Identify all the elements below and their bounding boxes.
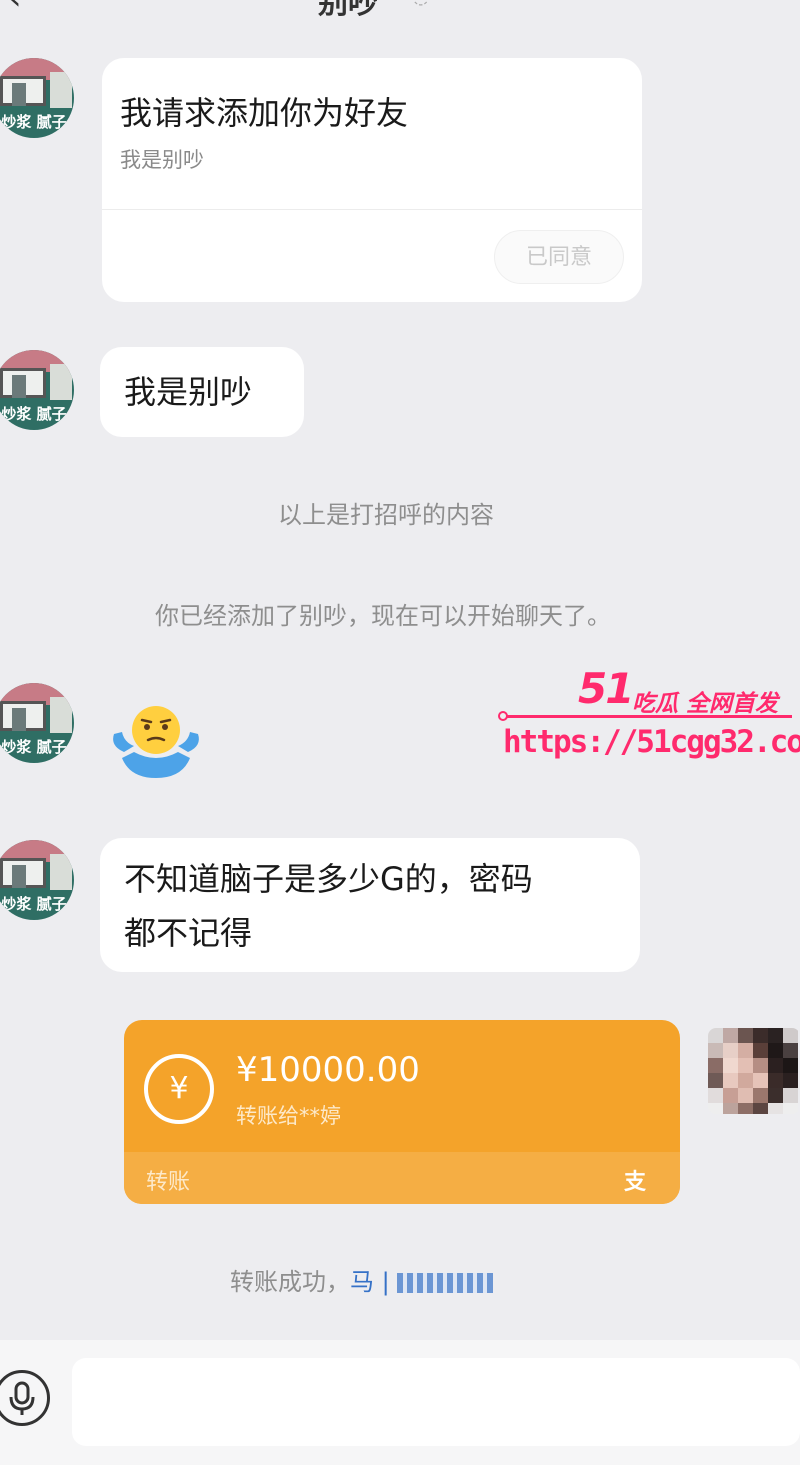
system-note-greeting: 以上是打招呼的内容 <box>278 501 494 529</box>
friend-request-title: 我请求添加你为好友 <box>120 94 409 132</box>
transfer-amount: ¥10000.00 <box>236 1050 420 1090</box>
contact-avatar[interactable]: 炒浆 腻子 <box>0 840 74 920</box>
message-bubble[interactable]: 我是别吵 <box>100 347 304 437</box>
message-text: 我是别吵 <box>124 373 253 411</box>
transfer-coin-icon: ¥ <box>144 1054 214 1124</box>
more-icon[interactable]: ⋯ <box>652 0 680 13</box>
microphone-icon[interactable] <box>0 1370 50 1426</box>
avatar-sign: 炒浆 腻子 <box>1 405 67 423</box>
friend-request-card: 我请求添加你为好友 我是别吵 已同意 <box>102 58 642 302</box>
transfer-status: 转账成功，马 | <box>230 1262 494 1297</box>
avatar-sign: 炒浆 腻子 <box>1 895 67 913</box>
message-line: 不知道脑子是多少G的，密码 <box>124 860 533 898</box>
transfer-card[interactable]: ¥ ¥10000.00 转账给**婷 转账 支 <box>124 1020 680 1204</box>
user-avatar[interactable] <box>708 1028 800 1114</box>
message-text: 不知道脑子是多少G的，密码 都不记得 <box>124 852 533 960</box>
transfer-status-text: 转账成功， <box>230 1268 350 1296</box>
watermark-line <box>502 715 792 718</box>
divider <box>102 209 642 210</box>
redacted-name <box>397 1273 494 1293</box>
contact-avatar[interactable]: 炒浆 腻子 <box>0 350 74 430</box>
shrug-emoji-icon[interactable] <box>108 700 204 780</box>
agreed-button[interactable]: 已同意 <box>494 230 624 284</box>
system-note-added: 你已经添加了别吵，现在可以开始聊天了。 <box>155 602 611 630</box>
top-bar: ‹ 别吵 ◌ ⋯ <box>0 0 800 21</box>
watermark-url: https://51cgg32.com <box>503 724 800 760</box>
back-icon[interactable]: ‹ <box>8 0 22 18</box>
transfer-status-name[interactable]: 马 | <box>350 1268 397 1296</box>
watermark-dot <box>498 711 508 721</box>
message-bubble[interactable]: 不知道脑子是多少G的，密码 都不记得 <box>100 838 640 972</box>
contact-avatar[interactable]: 炒浆 腻子 <box>0 683 74 763</box>
input-bar <box>0 1340 800 1465</box>
alipay-icon: 支 <box>624 1170 647 1195</box>
transfer-footer <box>124 1152 680 1204</box>
chat-title: 别吵 <box>318 0 378 21</box>
watermark-tag: 吃瓜 全网首发 <box>632 691 779 717</box>
message-input[interactable] <box>72 1358 800 1446</box>
contact-avatar[interactable]: 炒浆 腻子 <box>0 58 74 138</box>
mute-icon: ◌ <box>412 0 429 8</box>
friend-request-subtitle: 我是别吵 <box>120 148 204 172</box>
avatar-sign: 炒浆 腻子 <box>1 113 67 131</box>
watermark-logo: 51 <box>578 664 634 713</box>
avatar-sign: 炒浆 腻子 <box>1 738 67 756</box>
message-line: 都不记得 <box>124 914 253 952</box>
transfer-recipient: 转账给**婷 <box>236 1104 341 1128</box>
transfer-label: 转账 <box>146 1170 191 1195</box>
